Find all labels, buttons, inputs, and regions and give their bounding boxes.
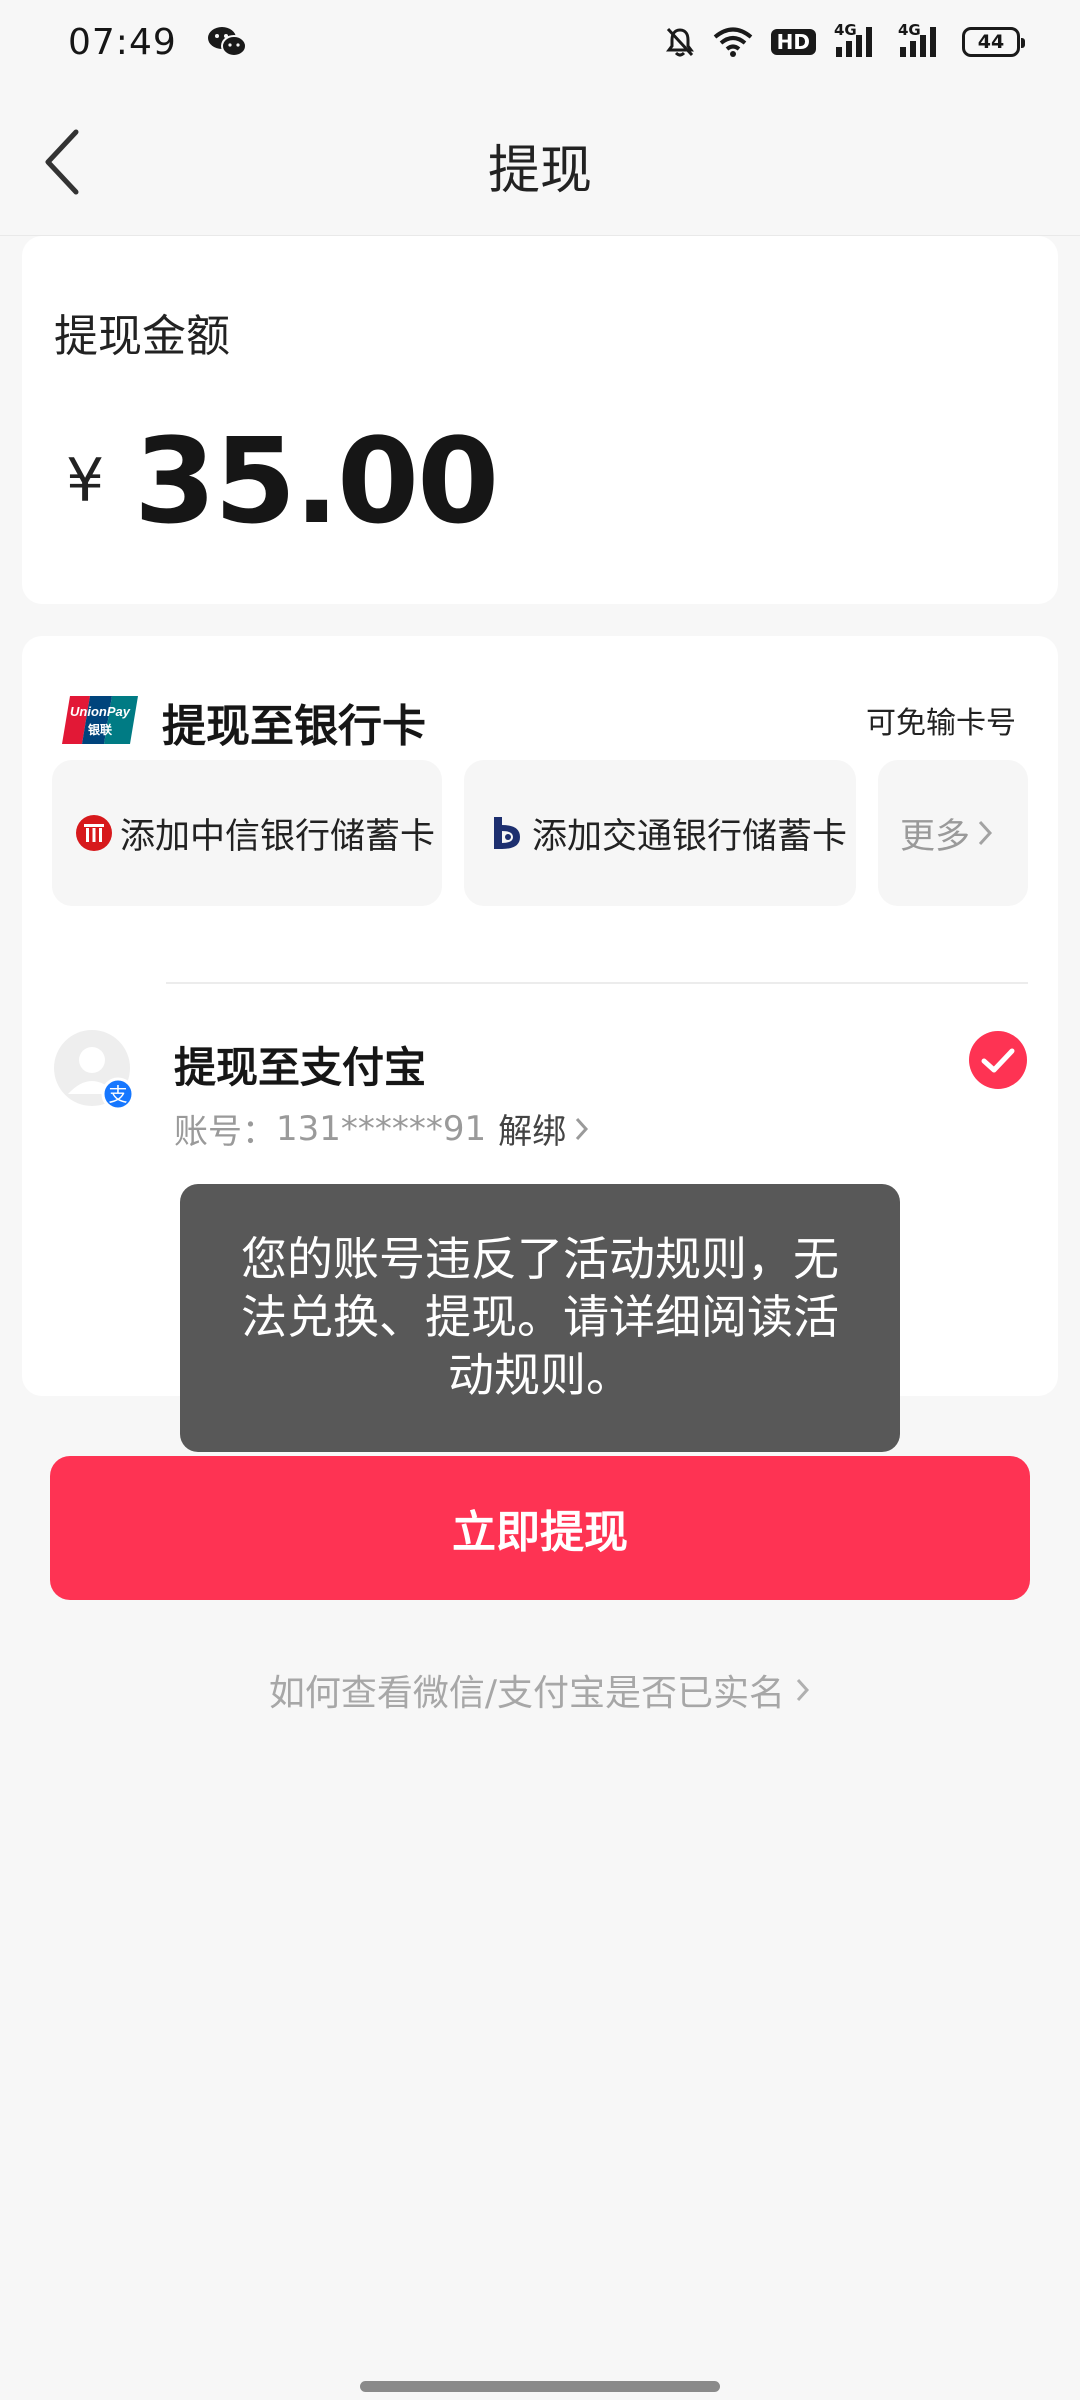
- amount-card: 提现金额 ¥ 35.00: [22, 236, 1058, 604]
- amount-label: 提现金额: [54, 311, 230, 362]
- wechat-notification-icon: [207, 25, 247, 59]
- network-type-2: 4G: [898, 21, 921, 39]
- status-bar: 07:49 HD 4G 4G 44: [0, 0, 1080, 84]
- battery-indicator: 44: [962, 27, 1025, 57]
- status-time: 07:49: [68, 21, 177, 63]
- no-card-number-hint: 可免输卡号: [866, 706, 1016, 741]
- page-title: 提现: [487, 141, 592, 201]
- mute-bell-icon: [665, 26, 695, 58]
- wifi-icon: [713, 26, 753, 58]
- nav-header: 提现: [0, 84, 1080, 236]
- citic-bank-icon: [74, 813, 114, 853]
- account-value: 131******91: [276, 1108, 487, 1149]
- alipay-account-row[interactable]: 账号： 131******91 解绑: [174, 1104, 590, 1153]
- more-banks-label: 更多: [900, 816, 971, 857]
- alipay-avatar: 支: [52, 1028, 135, 1111]
- add-bocom-card-button[interactable]: 添加交通银行储蓄卡: [464, 760, 856, 906]
- alipay-section-title: 提现至支付宝: [174, 1043, 427, 1092]
- svg-text:支: 支: [108, 1084, 127, 1106]
- bocom-bank-icon: [486, 813, 526, 853]
- signal-strength-icon-2: 4G: [898, 21, 944, 59]
- error-toast: 您的账号违反了活动规则，无法兑换、提现。请详细阅读活动规则。: [180, 1184, 900, 1452]
- add-citic-card-button[interactable]: 添加中信银行储蓄卡: [52, 760, 442, 906]
- unbind-link[interactable]: 解绑: [498, 1104, 566, 1153]
- bank-option-label: 添加交通银行储蓄卡: [532, 816, 848, 857]
- currency-symbol: ¥: [66, 446, 105, 516]
- selected-check-icon[interactable]: [968, 1030, 1028, 1090]
- home-indicator[interactable]: [360, 2381, 720, 2392]
- help-link-label: 如何查看微信/支付宝是否已实名: [268, 1673, 786, 1714]
- unionpay-logo-icon: UnionPay 银联: [60, 692, 140, 748]
- withdraw-now-button[interactable]: 立即提现: [50, 1456, 1030, 1600]
- hd-badge: HD: [770, 29, 816, 55]
- more-banks-button[interactable]: 更多: [878, 760, 1028, 906]
- section-divider: [166, 982, 1028, 984]
- network-type-1: 4G: [834, 21, 857, 39]
- chevron-right-icon: [795, 1676, 811, 1704]
- svg-text:UnionPay: UnionPay: [70, 704, 131, 719]
- real-name-help-link[interactable]: 如何查看微信/支付宝是否已实名: [0, 1664, 1080, 1716]
- bank-option-label: 添加中信银行储蓄卡: [120, 816, 436, 857]
- chevron-right-icon: [976, 818, 994, 848]
- withdraw-amount: 35.00: [134, 412, 499, 550]
- bank-section-title: 提现至银行卡: [162, 701, 426, 752]
- svg-text:银联: 银联: [88, 722, 112, 737]
- chevron-right-icon: [574, 1115, 590, 1143]
- account-label: 账号：: [174, 1112, 276, 1152]
- signal-strength-icon-1: 4G: [834, 21, 880, 59]
